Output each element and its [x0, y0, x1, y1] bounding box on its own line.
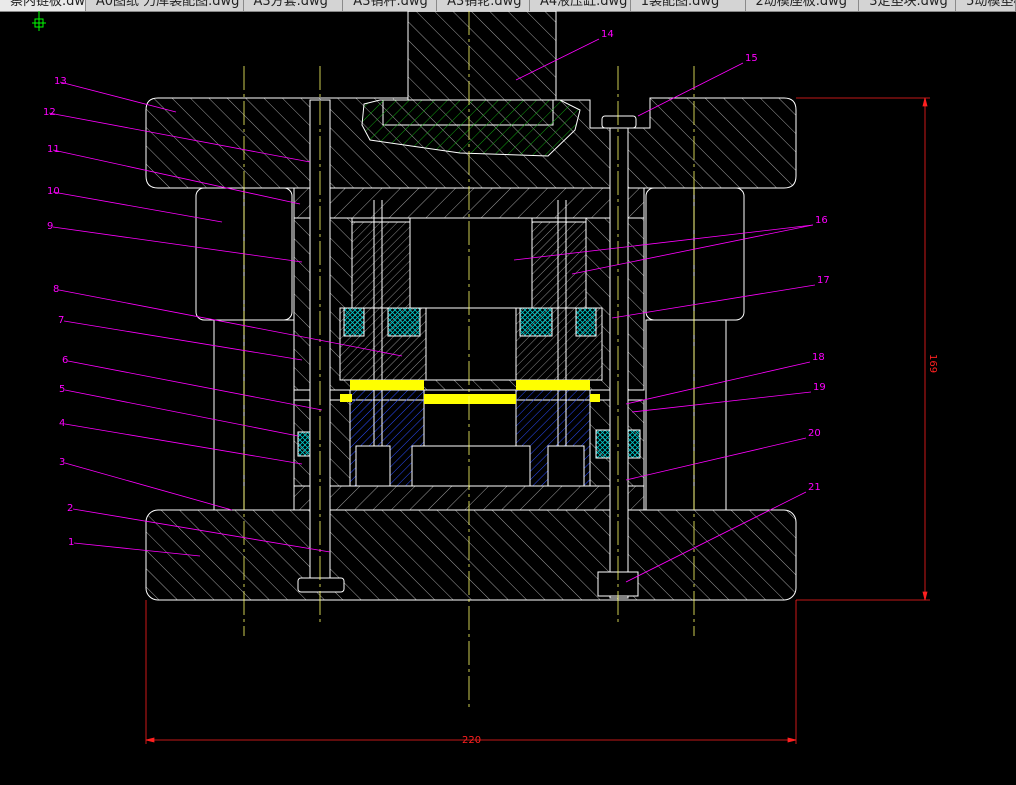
leader-13: [59, 81, 177, 113]
part-label-15: 15: [745, 53, 758, 64]
part-label-2: 2: [67, 503, 73, 514]
file-tab-3[interactable]: A3销杆.dwg: [343, 0, 438, 11]
lower-die-base: [145, 509, 797, 601]
part-label-9: 9: [47, 221, 53, 232]
cad-drawing-canvas[interactable]: 220 169 12345678910111213141516171819202…: [0, 11, 1016, 785]
file-tab-7[interactable]: 2动模座板.dwg: [746, 0, 860, 11]
dimension-height: 169: [927, 354, 938, 373]
upper-punch-right: [531, 221, 587, 309]
screw-right: [609, 127, 629, 599]
leader-3: [64, 462, 233, 511]
part-label-3: 3: [59, 457, 65, 468]
part-label-21: 21: [808, 482, 821, 493]
spring-left-2: [387, 307, 421, 337]
part-label-5: 5: [59, 384, 65, 395]
file-tab-4[interactable]: A3销轮.dwg: [437, 0, 530, 11]
part-label-8: 8: [53, 284, 59, 295]
die-shank: [407, 11, 557, 101]
spring-left-1: [343, 307, 365, 337]
part-label-20: 20: [808, 428, 821, 439]
mold-geometry: [145, 11, 797, 601]
file-tab-8[interactable]: 3定垫块.dwg: [859, 0, 957, 11]
part-label-17: 17: [817, 275, 830, 286]
part-label-10: 10: [47, 186, 60, 197]
part-label-4: 4: [59, 418, 65, 429]
right-guide-bush: [645, 187, 745, 321]
part-label-7: 7: [58, 315, 64, 326]
part-label-1: 1: [68, 537, 74, 548]
file-tab-6[interactable]: 1装配图.dwg: [631, 0, 746, 11]
part-label-13: 13: [54, 76, 67, 87]
dimension-width: 220: [462, 735, 481, 746]
part-label-12: 12: [43, 107, 56, 118]
spring-right-1: [519, 307, 553, 337]
spring-right-2: [575, 307, 597, 337]
part-label-6: 6: [62, 355, 68, 366]
file-tab-5[interactable]: A4液压缸.dwg: [530, 0, 631, 11]
file-tab-2[interactable]: A3方套.dwg: [244, 0, 344, 11]
part-label-11: 11: [47, 144, 60, 155]
part-label-19: 19: [813, 382, 826, 393]
upper-punch-left: [351, 221, 411, 309]
file-tab-9[interactable]: 5动模垫板: [956, 0, 1016, 11]
part-label-16: 16: [815, 215, 828, 226]
file-tab-1[interactable]: A0图纸 力库装配图.dwg: [86, 0, 244, 11]
part-label-18: 18: [812, 352, 825, 363]
file-tab-0[interactable]: 察内链板.dwg: [0, 0, 86, 11]
part-label-14: 14: [601, 29, 614, 40]
